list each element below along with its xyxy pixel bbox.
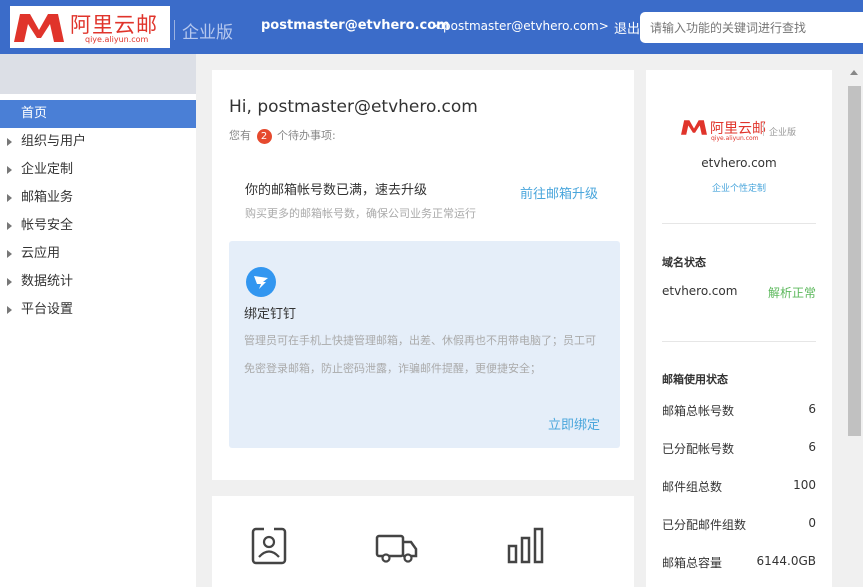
aliyun-mail-logo[interactable]: 阿里云邮 qiye.aliyun.com xyxy=(10,6,170,48)
todo-count-badge: 2 xyxy=(256,129,272,144)
sidebar-item-account-security[interactable]: 帐号安全 xyxy=(0,212,196,240)
feature-search-input[interactable] xyxy=(640,12,863,43)
scroll-up-arrow-icon[interactable] xyxy=(850,70,858,75)
expand-arrow-icon xyxy=(7,222,12,230)
stat-value: 6144.0GB xyxy=(756,554,816,568)
sidebar-item-cloud-apps[interactable]: 云应用 xyxy=(0,240,196,268)
expand-arrow-icon xyxy=(7,194,12,202)
domain-name: etvhero.com xyxy=(662,284,738,298)
delivery-truck-icon[interactable] xyxy=(375,526,419,566)
aliyun-mail-logo-icon xyxy=(14,14,64,42)
panel-edition-label: 企业版 xyxy=(769,128,797,138)
stat-label: 已分配帐号数 xyxy=(662,442,735,456)
upgrade-link[interactable]: 前往邮箱升级 xyxy=(520,183,598,202)
sidebar-item-customization[interactable]: 企业定制 xyxy=(0,156,196,184)
sidebar-item-label: 帐号安全 xyxy=(21,218,74,233)
sidebar-item-label: 组织与用户 xyxy=(21,134,87,149)
sidebar-item-platform-settings[interactable]: 平台设置 xyxy=(0,296,196,324)
sidebar-item-statistics[interactable]: 数据统计 xyxy=(0,268,196,296)
quick-actions-card xyxy=(212,496,634,587)
divider xyxy=(763,122,764,136)
dingtalk-icon xyxy=(246,267,276,297)
todo-prefix: 您有 xyxy=(229,129,251,142)
sidebar-item-label: 平台设置 xyxy=(21,302,74,317)
greeting: Hi, postmaster@etvhero.com xyxy=(229,97,478,117)
status-panel: 阿里云邮 qiye.aliyun.com 企业版 etvhero.com 企业个… xyxy=(646,70,832,587)
sidebar-item-home[interactable]: 首页 xyxy=(0,100,196,128)
dingtalk-title: 绑定钉钉 xyxy=(244,307,297,322)
current-user-address: <postmaster@etvhero.com> xyxy=(433,19,609,33)
sidebar-item-label: 首页 xyxy=(21,106,48,121)
panel-brand-url: qiye.aliyun.com xyxy=(711,135,759,142)
stat-value: 100 xyxy=(793,478,816,492)
sidebar-item-org-users[interactable]: 组织与用户 xyxy=(0,128,196,156)
sidebar-item-mail-service[interactable]: 邮箱业务 xyxy=(0,184,196,212)
dingtalk-bind-panel: 绑定钉钉 管理员可在手机上快捷管理邮箱，出差、休假再也不用带电脑了；员工可免密登… xyxy=(229,241,620,448)
divider xyxy=(662,223,816,224)
sidebar: 首页 组织与用户 企业定制 邮箱业务 帐号安全 云应用 数据统计 平台设置 xyxy=(0,54,196,587)
divider xyxy=(662,341,816,342)
company-domain: etvhero.com xyxy=(701,156,777,170)
domain-status-value: 解析正常 xyxy=(767,286,816,300)
sidebar-header xyxy=(0,54,196,94)
sidebar-item-label: 企业定制 xyxy=(21,162,74,177)
contact-card-icon[interactable] xyxy=(250,526,288,566)
scrollbar-thumb[interactable] xyxy=(848,86,861,436)
logout-link[interactable]: 退出 xyxy=(614,18,640,37)
expand-arrow-icon xyxy=(7,278,12,286)
stat-value: 6 xyxy=(808,440,816,454)
bar-chart-icon[interactable] xyxy=(506,526,546,566)
sidebar-item-label: 邮箱业务 xyxy=(21,190,74,205)
upgrade-task-subtitle: 购买更多的邮箱帐号数，确保公司业务正常运行 xyxy=(245,207,476,220)
todo-suffix: 个待办事项: xyxy=(277,129,336,142)
stat-label: 邮箱总帐号数 xyxy=(662,404,735,418)
expand-arrow-icon xyxy=(7,166,12,174)
sidebar-item-label: 云应用 xyxy=(21,246,61,261)
divider xyxy=(174,20,175,40)
sidebar-item-label: 数据统计 xyxy=(21,274,74,289)
brand-url: qiye.aliyun.com xyxy=(85,35,149,44)
top-header: 阿里云邮 qiye.aliyun.com 企业版 postmaster@etvh… xyxy=(0,0,863,54)
expand-arrow-icon xyxy=(7,250,12,258)
edition-label: 企业版 xyxy=(182,23,233,43)
dingtalk-description: 管理员可在手机上快捷管理邮箱，出差、休假再也不用带电脑了；员工可免密登录邮箱，防… xyxy=(244,334,596,375)
domain-status-title: 域名状态 xyxy=(662,256,706,269)
aliyun-mail-logo-icon xyxy=(681,120,707,135)
current-user: postmaster@etvhero.com xyxy=(261,18,450,33)
enterprise-customization-link[interactable]: 企业个性定制 xyxy=(646,181,832,194)
mail-status-title: 邮箱使用状态 xyxy=(662,373,728,386)
bind-now-link[interactable]: 立即绑定 xyxy=(548,414,600,433)
upgrade-task-title: 你的邮箱帐号数已满，速去升级 xyxy=(245,183,428,198)
stat-label: 已分配邮件组数 xyxy=(662,518,747,532)
stat-value: 0 xyxy=(808,516,816,530)
welcome-card: Hi, postmaster@etvhero.com 您有 2 个待办事项: 你… xyxy=(212,70,634,480)
stat-label: 邮箱总容量 xyxy=(662,556,723,570)
expand-arrow-icon xyxy=(7,138,12,146)
expand-arrow-icon xyxy=(7,306,12,314)
stat-value: 6 xyxy=(808,402,816,416)
stat-label: 邮件组总数 xyxy=(662,480,723,494)
todo-summary: 您有 2 个待办事项: xyxy=(229,127,336,144)
